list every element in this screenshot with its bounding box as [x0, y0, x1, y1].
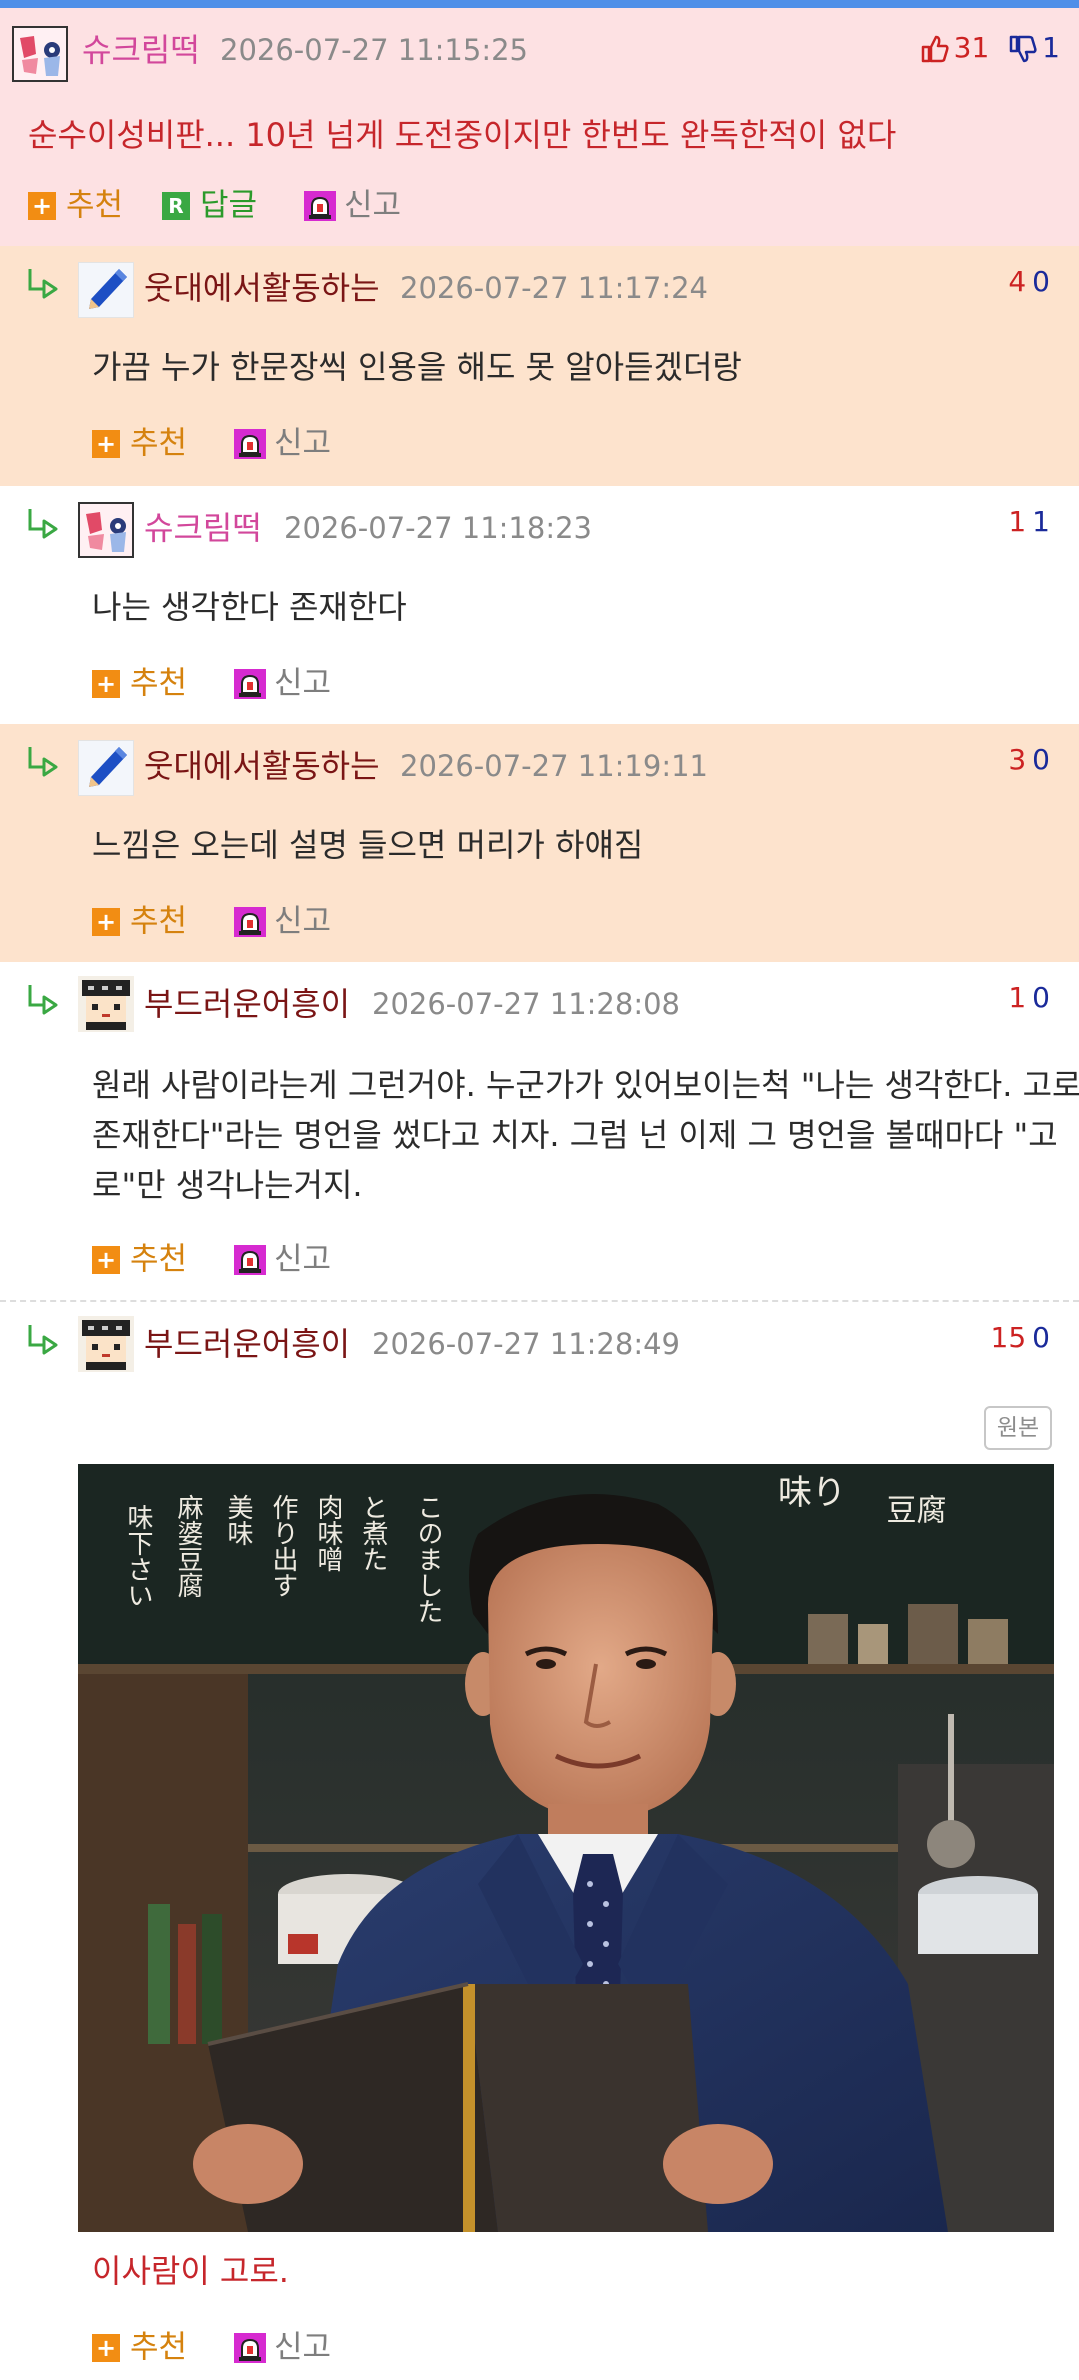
avatar-shucream[interactable]	[12, 26, 68, 82]
report-button[interactable]: 신고	[234, 2326, 331, 2368]
avatar-shucream[interactable]	[78, 502, 134, 558]
down-count: 1	[1032, 505, 1050, 538]
nickname[interactable]: 웃대에서활동하는	[144, 268, 380, 308]
comment-line: 존재한다"라는 명언을 썼다고 치자. 그럼 넌 이제 그 명언을 볼때마다 "…	[92, 1116, 1058, 1154]
vote-counts: 30	[950, 740, 1050, 780]
plus-icon: +	[92, 2333, 120, 2362]
recommend-button[interactable]: + 추천	[92, 2326, 187, 2368]
down-count: 0	[1032, 743, 1050, 776]
original-image-button[interactable]: 원본	[984, 1406, 1052, 1450]
report-button[interactable]: 신고	[234, 900, 331, 942]
report-button[interactable]: 신고	[234, 1238, 331, 1280]
comment-date: 2026-07-27 11:18:23	[284, 511, 592, 545]
vote-counts: 31 1	[910, 28, 1060, 68]
reply-arrow-icon	[28, 747, 58, 777]
plus-icon: +	[28, 191, 56, 220]
best-comment: 슈크림떡 2026-07-27 11:15:25 31 1 순수이성비판... …	[0, 8, 1079, 246]
up-count: 31	[953, 31, 990, 64]
reply-r-icon: R	[162, 191, 190, 220]
recommend-button[interactable]: + 추천	[92, 662, 187, 704]
top-accent-bar	[0, 0, 1079, 8]
siren-icon	[304, 190, 336, 221]
avatar-tiger[interactable]	[78, 976, 134, 1032]
reply-arrow-icon	[28, 509, 58, 539]
siren-icon	[234, 1244, 266, 1275]
up-count: 15	[990, 1321, 1027, 1354]
nickname[interactable]: 슈크림떡	[82, 30, 200, 70]
comment-date: 2026-07-27 11:17:24	[400, 271, 708, 305]
plus-icon: +	[92, 1245, 120, 1274]
signboard-text: 美味	[223, 1494, 253, 1546]
plus-icon: +	[92, 669, 120, 698]
down-count: 0	[1032, 1321, 1050, 1354]
thumbs-down-icon[interactable]	[1008, 31, 1038, 64]
reply-comment: 웃대에서활동하는 2026-07-27 11:19:11 30 느낌은 오는데 …	[0, 724, 1079, 962]
comment-date: 2026-07-27 11:28:08	[372, 987, 680, 1021]
siren-icon	[234, 2332, 266, 2363]
comment-date: 2026-07-27 11:19:11	[400, 749, 708, 783]
report-button[interactable]: 신고	[234, 422, 331, 464]
nickname[interactable]: 웃대에서활동하는	[144, 746, 380, 786]
answer-button[interactable]: R 답글	[162, 184, 257, 226]
signboard-text: 味り	[778, 1473, 846, 1513]
recommend-button[interactable]: + 추천	[28, 184, 123, 226]
signboard-text: 麻婆豆腐	[173, 1494, 203, 1598]
vote-counts: 40	[950, 262, 1050, 302]
reply-comment: 슈크림떡 2026-07-27 11:18:23 11 나는 생각한다 존재한다…	[0, 486, 1079, 724]
recommend-button[interactable]: + 추천	[92, 900, 187, 942]
comment-text: 원래 사람이라는게 그런거야. 누군가가 있어보이는척 "나는 생각한다. 고로…	[92, 1060, 1079, 1210]
reply-comment: 부드러운어흥이 2026-07-27 11:28:08 10 원래 사람이라는게…	[0, 962, 1079, 1300]
down-count: 1	[1042, 31, 1060, 64]
avatar-pen[interactable]	[78, 262, 134, 318]
comment-text: 나는 생각한다 존재한다	[92, 588, 407, 626]
vote-counts: 11	[950, 502, 1050, 542]
up-count: 3	[1008, 743, 1027, 776]
avatar-pen[interactable]	[78, 740, 134, 796]
nickname[interactable]: 부드러운어흥이	[144, 984, 350, 1024]
comment-date: 2026-07-27 11:28:49	[372, 1327, 680, 1361]
siren-icon	[234, 668, 266, 699]
down-count: 0	[1032, 265, 1050, 298]
attached-photo[interactable]: 味下さい 麻婆豆腐 美味 作り出す 肉味噌 と煮た このました 味り 豆 腐	[78, 1464, 1054, 2232]
down-count: 0	[1032, 981, 1050, 1014]
signboard-text: 腐	[911, 1494, 946, 1524]
up-count: 1	[1008, 981, 1027, 1014]
comment-date: 2026-07-27 11:15:25	[220, 33, 528, 67]
recommend-button[interactable]: + 추천	[92, 1238, 187, 1280]
plus-icon: +	[92, 429, 120, 458]
siren-icon	[234, 428, 266, 459]
avatar-tiger[interactable]	[78, 1316, 134, 1372]
report-button[interactable]: 신고	[304, 184, 401, 226]
nickname[interactable]: 부드러운어흥이	[144, 1324, 350, 1364]
comment-line: 원래 사람이라는게 그런거야. 누군가가 있어보이는척 "나는 생각한다. 고로	[92, 1066, 1079, 1104]
signboard-text: 作り出す	[268, 1494, 298, 1598]
comment-text: 느낌은 오는데 설명 들으면 머리가 하얘짐	[92, 826, 644, 864]
signboard-text: 肉味噌	[313, 1494, 343, 1572]
signboard-text: と煮た	[358, 1494, 388, 1572]
reply-arrow-icon	[28, 269, 58, 299]
photo-caption: 이사람이 고로.	[92, 2252, 289, 2290]
vote-counts: 15 0	[930, 1318, 1050, 1358]
reply-comment: 웃대에서활동하는 2026-07-27 11:17:24 40 가끔 누가 한문…	[0, 246, 1079, 486]
nickname[interactable]: 슈크림떡	[144, 508, 262, 548]
siren-icon	[234, 906, 266, 937]
comment-text: 순수이성비판... 10년 넘게 도전중이지만 한번도 완독한적이 없다	[28, 116, 897, 154]
comment-text: 가끔 누가 한문장씩 인용을 해도 못 알아듣겠더랑	[92, 348, 742, 386]
reply-arrow-icon	[28, 985, 58, 1015]
plus-icon: +	[92, 907, 120, 936]
reply-comment: 부드러운어흥이 2026-07-27 11:28:49 15 0 원본 味下さい…	[0, 1302, 1079, 2380]
signboard-text: 味下さい	[123, 1504, 153, 1608]
thumbs-up-icon[interactable]	[920, 31, 950, 64]
vote-counts: 10	[950, 978, 1050, 1018]
up-count: 1	[1008, 505, 1027, 538]
comment-line: 로"만 생각나는거지.	[92, 1166, 363, 1204]
recommend-button[interactable]: + 추천	[92, 422, 187, 464]
signboard-text: このました	[413, 1494, 443, 1624]
up-count: 4	[1008, 265, 1027, 298]
reply-arrow-icon	[28, 1325, 58, 1355]
report-button[interactable]: 신고	[234, 662, 331, 704]
